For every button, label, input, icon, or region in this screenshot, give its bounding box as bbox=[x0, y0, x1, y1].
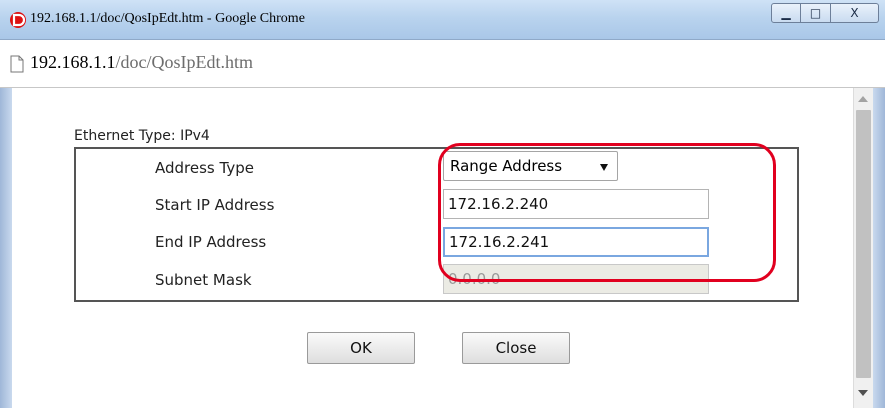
ok-button[interactable]: OK bbox=[307, 332, 415, 364]
close-icon: X bbox=[850, 6, 859, 20]
window-left-border bbox=[0, 88, 12, 408]
scroll-thumb[interactable] bbox=[856, 110, 871, 378]
maximize-button[interactable]: □ bbox=[801, 3, 831, 23]
scroll-down-icon[interactable] bbox=[858, 390, 868, 396]
url-path: /doc/QosIpEdt.htm bbox=[115, 52, 254, 72]
window-right-border bbox=[873, 88, 885, 408]
subnet-mask-label: Subnet Mask bbox=[155, 271, 252, 289]
address-type-label: Address Type bbox=[155, 159, 254, 177]
window-controls: ▁ □ X bbox=[771, 3, 879, 25]
window-titlebar[interactable]: 192.168.1.1/doc/QosIpEdt.htm - Google Ch… bbox=[0, 0, 885, 40]
scroll-up-icon[interactable] bbox=[858, 96, 868, 102]
vertical-scrollbar[interactable] bbox=[853, 88, 873, 408]
url-text[interactable]: 192.168.1.1/doc/QosIpEdt.htm bbox=[30, 52, 253, 73]
url-host: 192.168.1.1 bbox=[30, 52, 116, 72]
minimize-icon: ▁ bbox=[781, 6, 791, 20]
ethernet-type-label: Ethernet Type: IPv4 bbox=[74, 128, 210, 144]
maximize-icon: □ bbox=[809, 6, 822, 20]
minimize-button[interactable]: ▁ bbox=[771, 3, 801, 23]
window-title: 192.168.1.1/doc/QosIpEdt.htm - Google Ch… bbox=[30, 11, 305, 26]
address-bar[interactable]: 192.168.1.1/doc/QosIpEdt.htm bbox=[0, 40, 885, 88]
app-logo-icon bbox=[10, 12, 26, 28]
page-icon bbox=[10, 55, 24, 73]
close-window-button[interactable]: X bbox=[831, 3, 879, 23]
close-button[interactable]: Close bbox=[462, 332, 570, 364]
start-ip-label: Start IP Address bbox=[155, 196, 275, 214]
end-ip-label: End IP Address bbox=[155, 233, 267, 251]
highlight-annotation bbox=[438, 143, 776, 282]
